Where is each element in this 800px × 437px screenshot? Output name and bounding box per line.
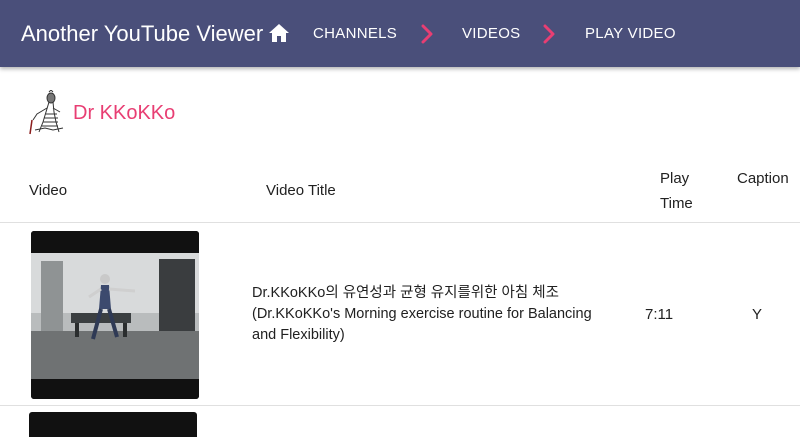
video-caption-flag: Y: [752, 306, 763, 323]
channel-avatar: [29, 90, 64, 135]
home-icon[interactable]: [268, 23, 290, 43]
video-thumbnail-image: [31, 231, 199, 399]
channel-header: Dr KKoKKo: [29, 90, 175, 136]
channel-name[interactable]: Dr KKoKKo: [73, 101, 175, 125]
header-video-title: Video Title: [266, 182, 336, 199]
app-title: Another YouTube Viewer: [21, 21, 264, 46]
video-title-line1: Dr.KKoKKo의 유연성과 균형 유지를위한 아침 체조: [252, 285, 559, 301]
header-divider: [0, 222, 800, 223]
video-title[interactable]: Dr.KKoKKo의 유연성과 균형 유지를위한 아침 체조 (Dr.KKoKK…: [252, 283, 622, 346]
video-thumbnail[interactable]: [31, 231, 199, 399]
video-play-time: 7:11: [645, 306, 674, 323]
video-title-line3: and Flexibility): [252, 327, 345, 343]
header-caption: Caption: [737, 170, 789, 187]
row-divider: [0, 405, 800, 406]
breadcrumb-channels[interactable]: CHANNELS: [313, 25, 397, 43]
app-bar: Another YouTube Viewer CHANNELS VIDEOS P…: [0, 0, 800, 67]
breadcrumb-play-video[interactable]: PLAY VIDEO: [585, 25, 676, 43]
video-thumbnail-next[interactable]: [29, 412, 197, 437]
header-play-time-line1: Play: [660, 170, 690, 187]
video-title-line2: (Dr.KKoKKo's Morning exercise routine fo…: [252, 306, 592, 322]
chevron-right-icon: [421, 24, 433, 44]
header-play-time-line2: Time: [660, 195, 693, 212]
chevron-right-icon: [543, 24, 555, 44]
breadcrumb-videos[interactable]: VIDEOS: [462, 25, 520, 43]
header-video: Video: [29, 182, 68, 199]
